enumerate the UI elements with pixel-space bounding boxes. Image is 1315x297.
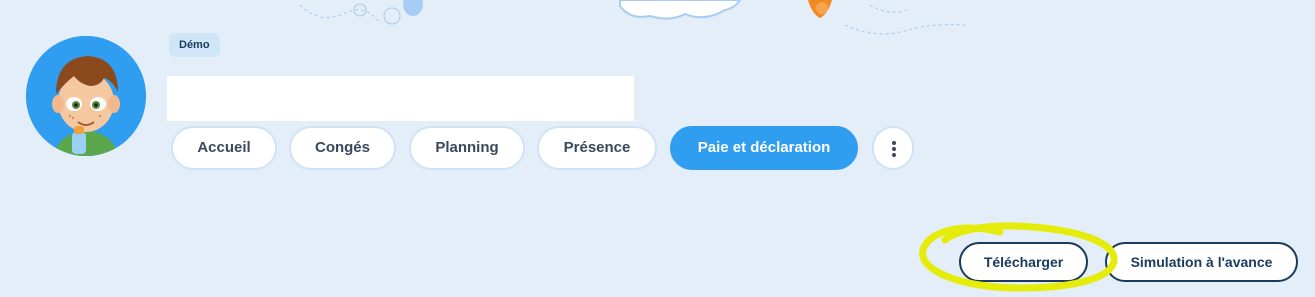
tab-conges[interactable]: Congés bbox=[289, 126, 396, 170]
more-options-button[interactable] bbox=[872, 126, 914, 170]
simulation-button[interactable]: Simulation à l'avance bbox=[1105, 242, 1298, 282]
child-name-field bbox=[167, 76, 634, 121]
child-avatar-icon bbox=[26, 36, 146, 156]
tab-presence[interactable]: Présence bbox=[537, 126, 657, 170]
download-button[interactable]: Télécharger bbox=[959, 242, 1088, 282]
tab-planning[interactable]: Planning bbox=[409, 126, 525, 170]
tab-accueil[interactable]: Accueil bbox=[171, 126, 277, 170]
tab-paie-et-declaration[interactable]: Paie et déclaration bbox=[670, 126, 858, 170]
demo-badge: Démo bbox=[169, 33, 220, 57]
child-avatar bbox=[26, 36, 146, 156]
